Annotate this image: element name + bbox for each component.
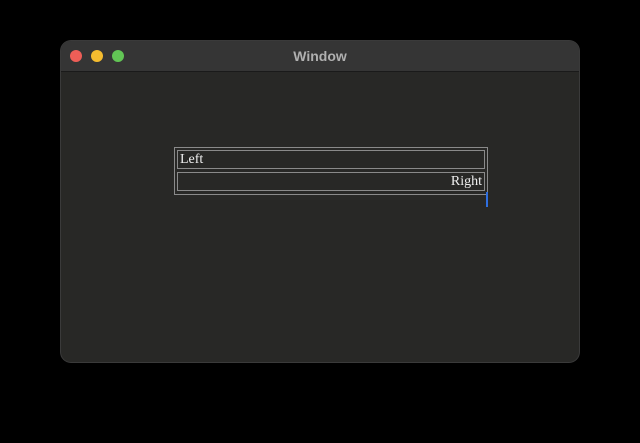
text-caret	[486, 192, 488, 207]
text-table: Left Right	[174, 147, 488, 195]
window-title: Window	[293, 48, 347, 64]
title-bar[interactable]: Window	[61, 41, 579, 72]
table-cell-left[interactable]: Left	[177, 150, 485, 169]
window-content: Left Right	[61, 72, 579, 362]
table-cell-right[interactable]: Right	[177, 172, 485, 191]
app-window: Window Left Right	[61, 41, 579, 362]
